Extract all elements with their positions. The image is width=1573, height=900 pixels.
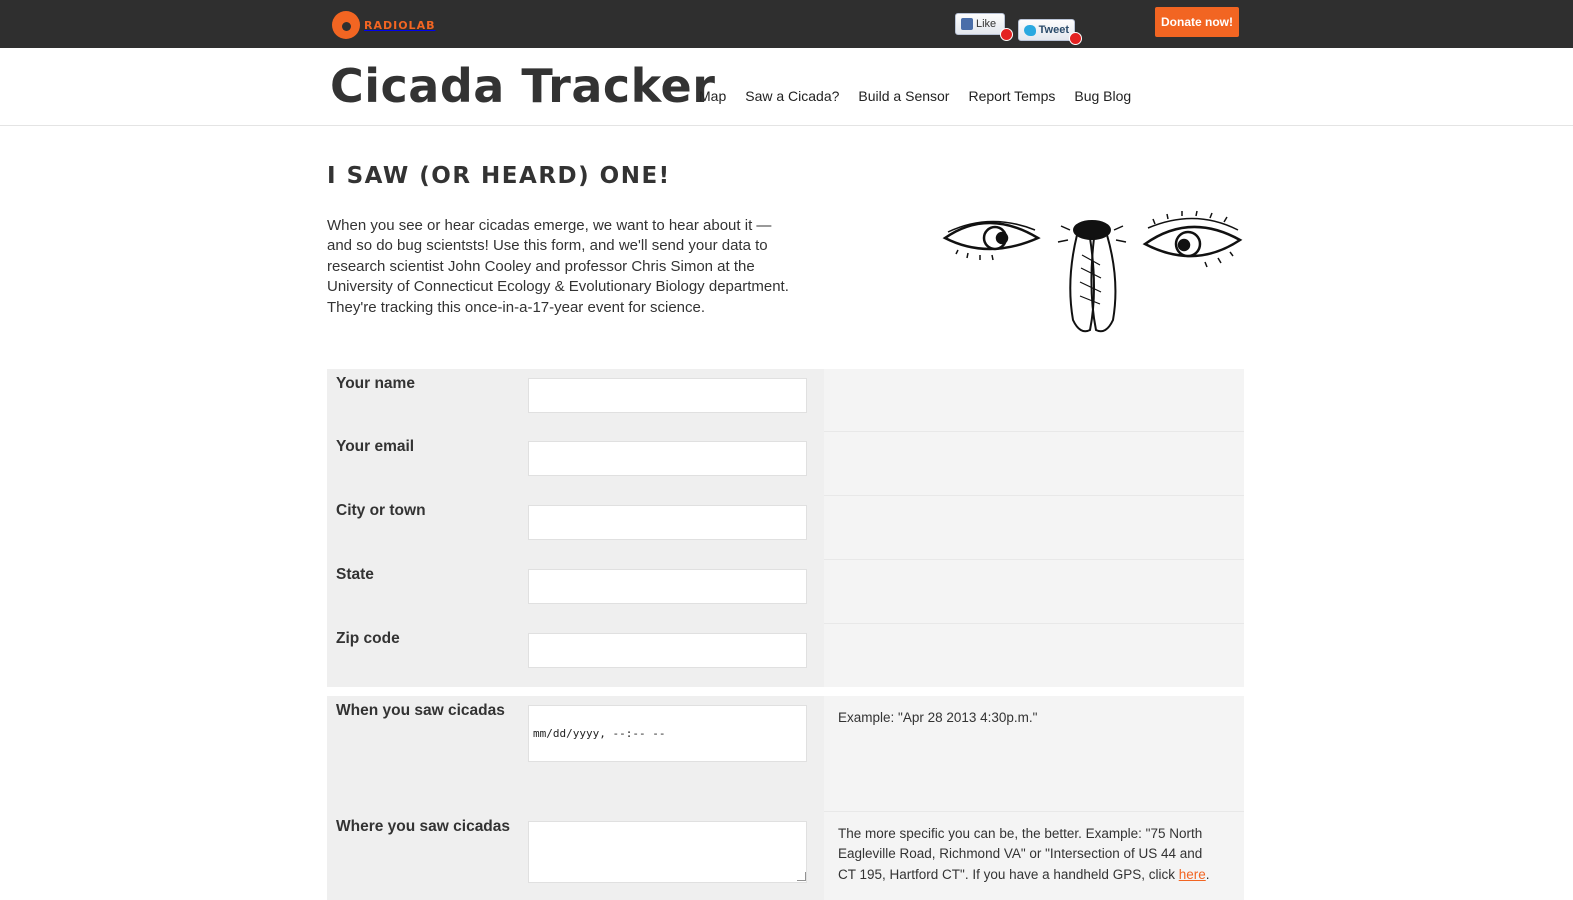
- form-row-city: City or town: [327, 496, 1244, 560]
- when-help-cell: Example: "Apr 28 2013 4:30p.m.": [824, 696, 1244, 812]
- where-label: Where you saw cicadas: [336, 818, 511, 835]
- email-help-cell: [824, 432, 1244, 496]
- zip-label: Zip code: [336, 630, 400, 647]
- sighting-section: When you saw cicadas Example: "Apr 28 20…: [327, 696, 1244, 900]
- main-nav: Map Saw a Cicada? Build a Sensor Report …: [699, 88, 1150, 104]
- site-title[interactable]: Cicada Tracker: [330, 59, 715, 113]
- name-input[interactable]: [528, 378, 807, 413]
- where-help-body: The more specific you can be, the better…: [838, 826, 1203, 882]
- when-datetime-input[interactable]: [528, 705, 807, 762]
- email-label: Your email: [336, 438, 415, 455]
- donate-button[interactable]: Donate now!: [1155, 7, 1239, 37]
- form-row-state: State: [327, 560, 1244, 624]
- where-textarea[interactable]: [528, 821, 807, 883]
- tweet-label: Tweet: [1038, 24, 1069, 36]
- thumbs-up-icon: [961, 18, 973, 30]
- facebook-like-label: Like: [976, 18, 997, 30]
- gps-here-link[interactable]: here: [1179, 867, 1206, 882]
- tweet-button[interactable]: Tweet: [1018, 19, 1075, 41]
- nav-item-report-temps[interactable]: Report Temps: [968, 88, 1055, 104]
- city-input[interactable]: [528, 505, 807, 540]
- nav-item-saw-a-cicada[interactable]: Saw a Cicada?: [745, 88, 839, 104]
- cicada-icon: [1057, 220, 1127, 333]
- form-row-where: Where you saw cicadas The more specific …: [327, 812, 1244, 900]
- intro-paragraph: When you see or hear cicadas emerge, we …: [327, 217, 789, 316]
- state-label: State: [336, 566, 374, 583]
- form-row-email: Your email: [327, 432, 1244, 496]
- where-help-cell: The more specific you can be, the better…: [824, 812, 1244, 900]
- nav-item-bug-blog[interactable]: Bug Blog: [1074, 88, 1131, 104]
- radiolab-logo-text: RADIOLAB: [364, 18, 436, 32]
- city-help-cell: [824, 496, 1244, 560]
- right-eye-icon: [1142, 210, 1243, 268]
- nav-item-build-a-sensor[interactable]: Build a Sensor: [858, 88, 949, 104]
- zip-input[interactable]: [528, 633, 807, 668]
- nav-item-map[interactable]: Map: [699, 88, 726, 104]
- form-row-name: Your name: [327, 369, 1244, 432]
- when-help-text: Example: "Apr 28 2013 4:30p.m.": [838, 710, 1038, 725]
- share-badge-icon: [1000, 28, 1013, 41]
- name-label: Your name: [336, 375, 415, 392]
- page-title: I SAW (OR HEARD) ONE!: [327, 163, 671, 189]
- resize-handle-icon[interactable]: [797, 872, 806, 881]
- when-label: When you saw cicadas: [336, 702, 505, 719]
- twitter-bird-icon: [1024, 24, 1036, 36]
- form-row-zip: Zip code: [327, 624, 1244, 687]
- radiolab-logo[interactable]: RADIOLAB: [332, 10, 435, 40]
- top-bar: RADIOLAB Like Tweet Donate now!: [0, 0, 1573, 48]
- left-eye-icon: [942, 220, 1041, 261]
- where-help-end: .: [1205, 866, 1210, 882]
- form-row-when: When you saw cicadas Example: "Apr 28 20…: [327, 696, 1244, 812]
- radiolab-logo-icon: [332, 11, 360, 39]
- share-badge-icon: [1069, 32, 1082, 45]
- city-label: City or town: [336, 502, 426, 519]
- facebook-like-button[interactable]: Like: [955, 13, 1005, 35]
- eyes-and-cicada-illustration: [942, 210, 1243, 333]
- state-help-cell: [824, 560, 1244, 624]
- name-help-cell: [824, 369, 1244, 432]
- state-input[interactable]: [528, 569, 807, 604]
- site-header: Cicada Tracker Map Saw a Cicada? Build a…: [0, 48, 1573, 126]
- contact-info-section: Your name Your email City or town State …: [327, 369, 1244, 687]
- email-input[interactable]: [528, 441, 807, 476]
- where-help-text: The more specific you can be, the better…: [838, 824, 1218, 885]
- zip-help-cell: [824, 624, 1244, 687]
